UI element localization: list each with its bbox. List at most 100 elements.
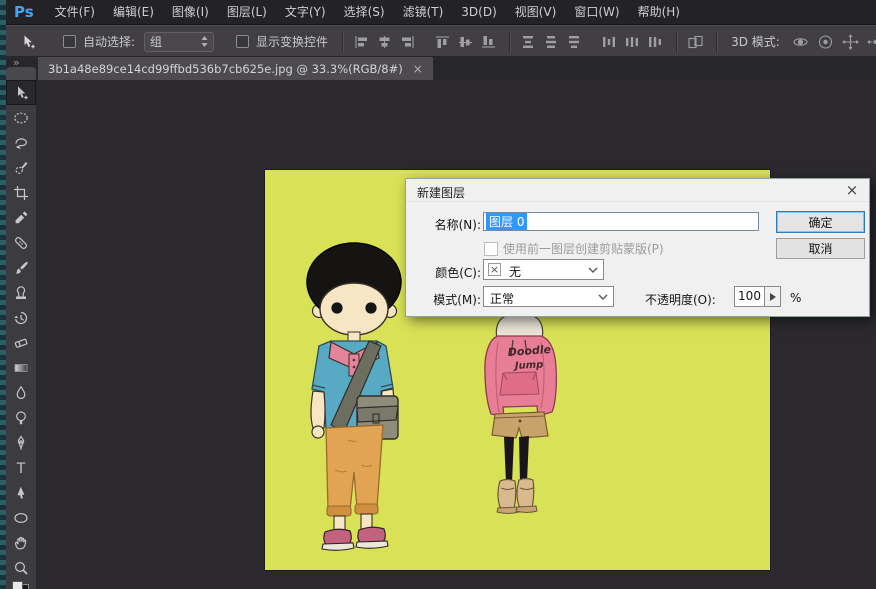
gradient-tool[interactable] [6,355,36,380]
path-selection-tool[interactable] [6,480,36,505]
distribute-left-edges-icon[interactable] [601,34,618,50]
blur-tool[interactable] [6,380,36,405]
layer-name-input[interactable]: 图层 0 [483,212,759,231]
move-tool-icon [20,34,36,50]
cancel-button[interactable]: 取消 [776,238,865,259]
quick-selection-tool[interactable] [6,155,36,180]
photoshop-logo: Ps [14,3,34,21]
new-layer-dialog: 新建图层 × 名称(N): 图层 0 确定 取消 使用前一图层创建剪贴蒙版(P)… [405,178,870,317]
gradient-icon [13,360,29,376]
svg-text:Jump: Jump [513,360,544,373]
opacity-input[interactable]: 100 [734,286,765,307]
zoom-tool[interactable] [6,555,36,580]
auto-align-layers-icon[interactable] [687,34,704,50]
3d-roll-icon[interactable] [817,34,834,50]
menu-bar: Ps 文件(F) 编辑(E) 图像(I) 图层(L) 文字(Y) 选择(S) 滤… [6,0,876,25]
align-left-edges-icon[interactable] [353,34,370,50]
hand-tool[interactable] [6,530,36,555]
opacity-slider-arrow[interactable] [764,286,781,307]
menu-3d[interactable]: 3D(D) [452,0,505,24]
tool-options-bar: 自动选择: 组 显示变换控件 3D 模式: [6,25,876,58]
distribute-top-edges-icon[interactable] [520,34,537,50]
distribute-horizontal-centers-icon[interactable] [624,34,641,50]
align-bottom-edges-icon[interactable] [480,34,497,50]
blend-mode-value: 正常 [490,290,514,307]
align-top-edges-icon[interactable] [434,34,451,50]
menu-window[interactable]: 窗口(W) [565,0,628,24]
crop-tool[interactable] [6,180,36,205]
menu-layer[interactable]: 图层(L) [218,0,276,24]
pen-tool[interactable] [6,430,36,455]
type-tool[interactable]: T [6,455,36,480]
name-label: 名称(N): [424,216,481,233]
ok-button[interactable]: 确定 [776,211,865,233]
ellipse-shape-icon [13,510,29,526]
dodge-icon [13,410,29,426]
quick-selection-icon [13,160,29,176]
pen-icon [13,435,29,451]
dialog-titlebar[interactable]: 新建图层 × [406,179,869,202]
healing-brush-icon [13,235,29,251]
auto-select-checkbox[interactable] [63,35,76,48]
path-selection-icon [13,485,29,501]
show-transform-checkbox[interactable] [236,35,249,48]
color-value: 无 [509,263,521,280]
crop-icon [13,185,29,201]
menu-type[interactable]: 文字(Y) [276,0,335,24]
align-vertical-centers-icon[interactable] [457,34,474,50]
menu-edit[interactable]: 编辑(E) [104,0,163,24]
separator [676,31,677,53]
color-label: 颜色(C): [424,264,481,281]
lasso-tool[interactable] [6,130,36,155]
distribute-bottom-edges-icon[interactable] [566,34,583,50]
eraser-tool[interactable] [6,330,36,355]
separator [716,31,717,53]
3d-slide-icon[interactable] [867,34,876,50]
3d-pan-icon[interactable] [842,34,859,50]
chevron-down-icon [598,294,608,300]
eyedropper-tool[interactable] [6,205,36,230]
dodge-tool[interactable] [6,405,36,430]
menu-view[interactable]: 视图(V) [506,0,566,24]
document-tab[interactable]: 3b1a48e89ce14cd99ffbd536b7cb625e.jpg @ 3… [38,57,433,80]
clipping-mask-label: 使用前一图层创建剪贴蒙版(P) [503,240,664,257]
auto-select-type-value: 组 [150,33,162,50]
move-tool-icon [13,85,29,101]
distribute-vertical-centers-icon[interactable] [543,34,560,50]
distribute-right-edges-icon[interactable] [647,34,664,50]
opacity-label: 不透明度(O): [645,291,716,308]
tools-panel: T [6,80,37,589]
spinner-arrows-icon [201,36,208,47]
hand-icon [13,535,29,551]
tab-close-icon[interactable]: × [413,62,423,76]
ellipse-tool[interactable] [6,505,36,530]
auto-select-label: 自动选择: [83,33,135,50]
menu-select[interactable]: 选择(S) [335,0,394,24]
auto-select-type-dropdown[interactable]: 组 [144,32,214,52]
dialog-close-icon[interactable]: × [843,181,861,199]
color-swatches[interactable] [6,580,36,589]
menu-file[interactable]: 文件(F) [46,0,104,24]
blend-mode-select[interactable]: 正常 [483,286,614,307]
eraser-icon [13,335,29,351]
elliptical-marquee-tool[interactable] [6,105,36,130]
arrow-right-icon [770,293,776,301]
elliptical-marquee-icon [13,110,29,126]
color-select[interactable]: × 无 [483,259,604,280]
brush-tool[interactable] [6,255,36,280]
align-horizontal-centers-icon[interactable] [376,34,393,50]
move-tool[interactable] [6,80,36,105]
menu-help[interactable]: 帮助(H) [629,0,689,24]
opacity-unit: % [790,291,801,305]
menu-filter[interactable]: 滤镜(T) [394,0,453,24]
history-brush-tool[interactable] [6,305,36,330]
clone-stamp-tool[interactable] [6,280,36,305]
3d-orbit-icon[interactable] [792,34,809,50]
align-right-edges-icon[interactable] [399,34,416,50]
color-none-icon: × [488,263,501,276]
separator [342,31,343,53]
menu-image[interactable]: 图像(I) [163,0,218,24]
clipping-mask-checkbox[interactable] [484,242,498,256]
healing-brush-tool[interactable] [6,230,36,255]
clone-stamp-icon [13,285,29,301]
